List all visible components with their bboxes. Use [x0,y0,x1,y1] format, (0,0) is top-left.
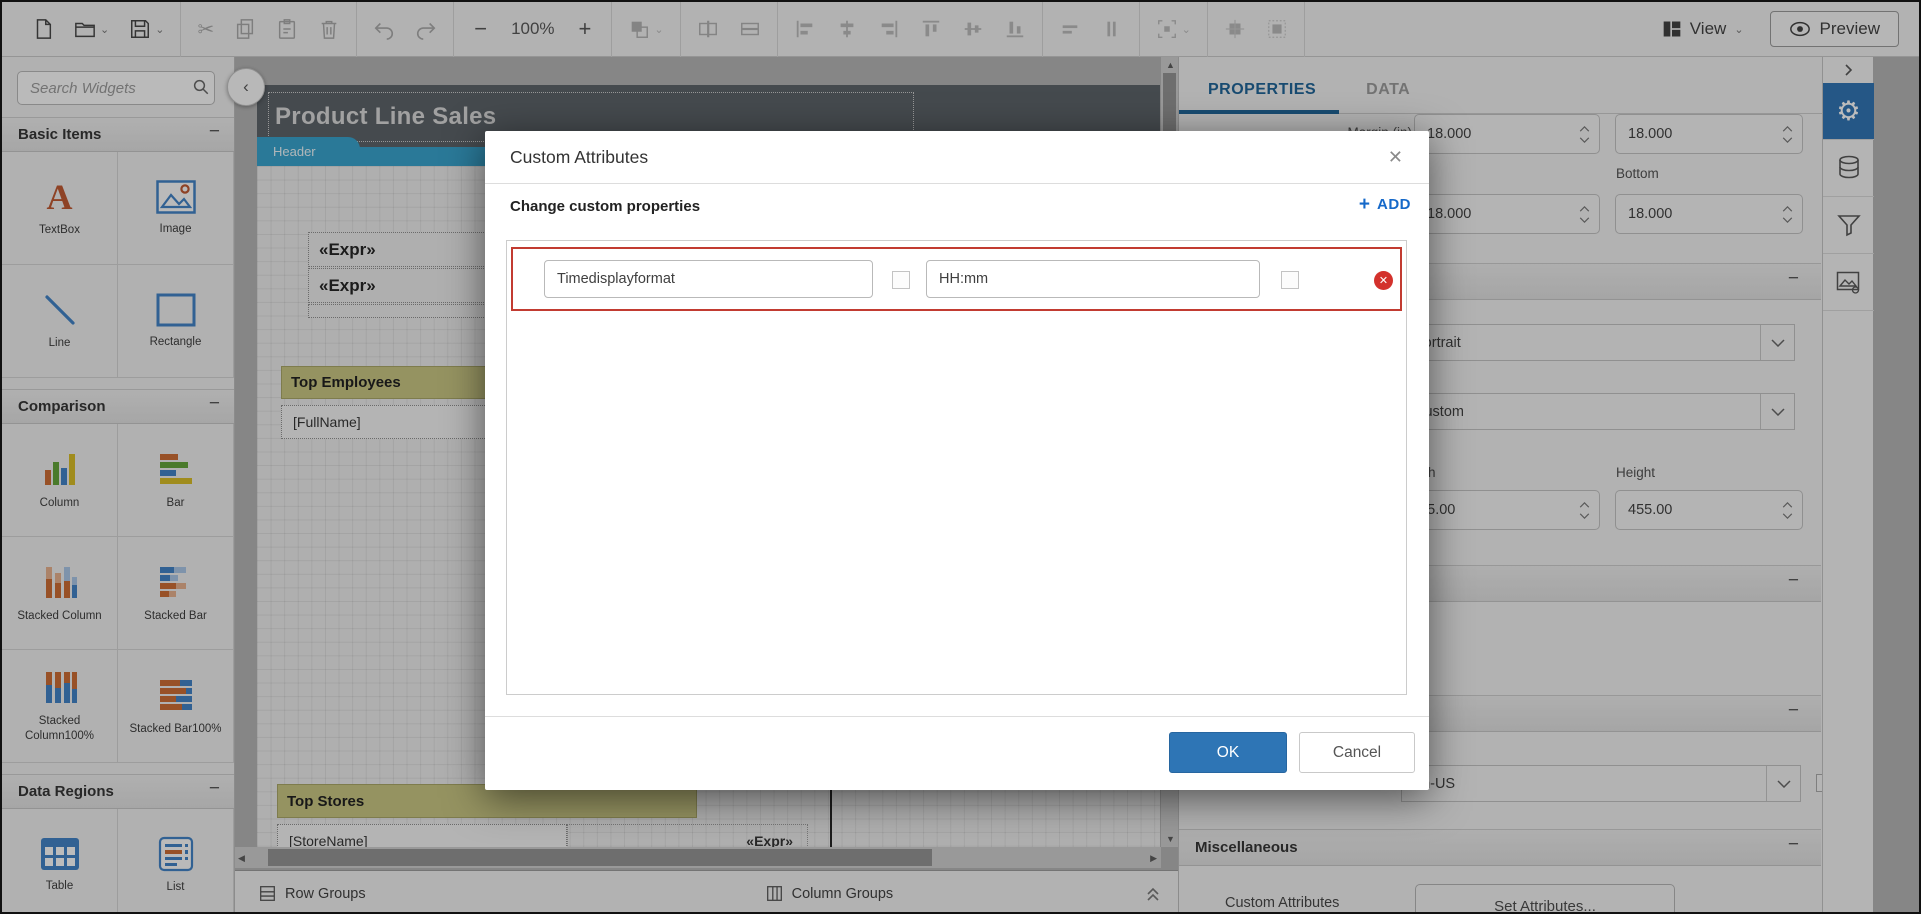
attributes-list: ✕ [506,240,1407,695]
delete-attribute-icon[interactable]: ✕ [1374,271,1393,290]
attribute-name-input[interactable] [544,260,873,298]
close-icon[interactable]: ✕ [1382,145,1409,170]
attribute-row: ✕ [511,247,1402,311]
add-attribute-button[interactable]: + ADD [1359,195,1411,214]
attribute-name-expression-checkbox[interactable] [892,271,910,289]
add-label: ADD [1377,196,1411,213]
report-designer-app: ⌄ ⌄ ✂ − 100% + ⌄ ⌄ View ⌄ Preview Search… [0,0,1921,914]
dialog-title: Custom Attributes [510,146,649,167]
plus-icon: + [1358,194,1370,215]
attribute-value-expression-checkbox[interactable] [1281,271,1299,289]
attribute-value-input[interactable] [926,260,1260,298]
dialog-subtitle: Change custom properties [510,198,701,215]
ok-button[interactable]: OK [1169,732,1287,773]
custom-attributes-dialog: Custom Attributes ✕ Change custom proper… [485,131,1429,790]
cancel-button[interactable]: Cancel [1299,732,1415,773]
dialog-footer: OK Cancel [485,716,1429,790]
dialog-header: Custom Attributes ✕ [485,131,1429,184]
